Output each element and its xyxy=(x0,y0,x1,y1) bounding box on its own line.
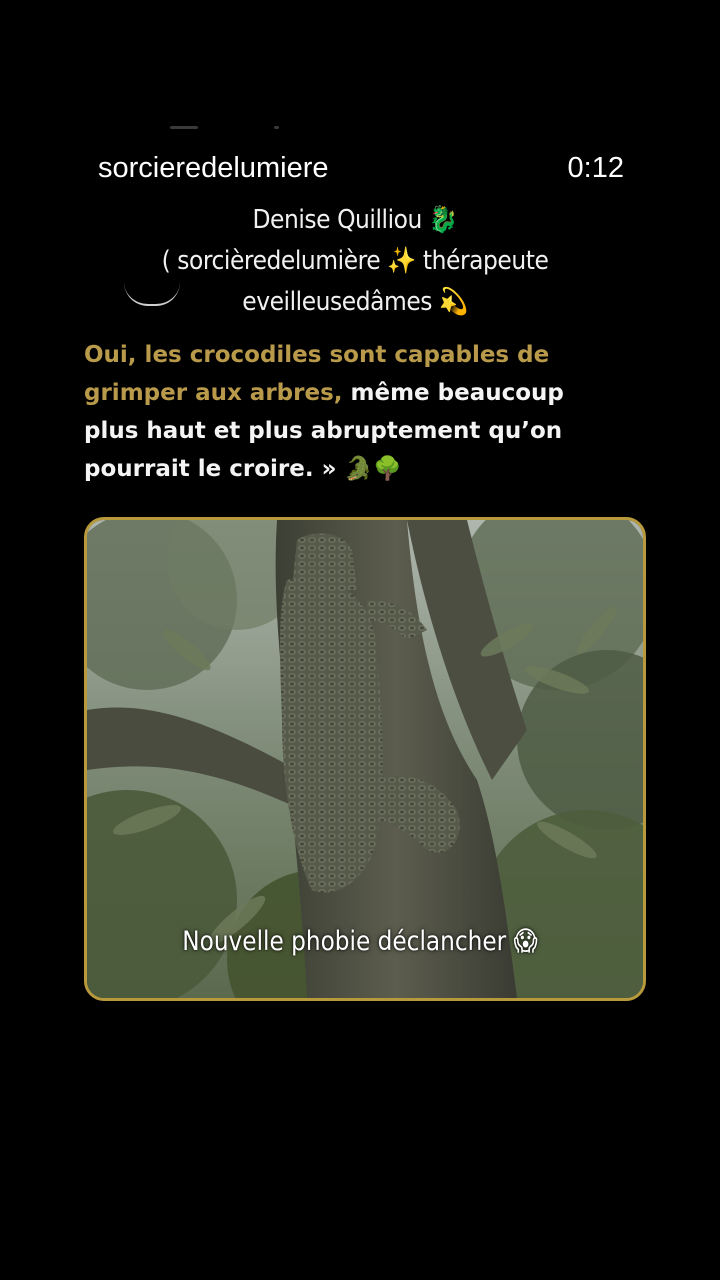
faint-top-marks xyxy=(170,126,290,132)
author-block: Denise Quilliou 🐉 ( sorcièredelumière ✨ … xyxy=(90,200,620,323)
video-caption: Nouvelle phobie déclancher 😱 xyxy=(182,926,538,957)
author-subtitle-line2: eveilleusedâmes 💫 xyxy=(242,287,468,317)
author-name: Denise Quilliou 🐉 xyxy=(252,205,458,235)
author-subtitle-line1: ( sorcièredelumière ✨ thérapeute xyxy=(161,246,549,276)
username-label[interactable]: sorcieredelumiere xyxy=(98,152,329,185)
story-header: sorcieredelumiere 0:12 xyxy=(98,152,624,196)
quote-text: Oui, les crocodiles sont capables de gri… xyxy=(84,336,624,488)
timer-label: 0:12 xyxy=(567,152,624,184)
